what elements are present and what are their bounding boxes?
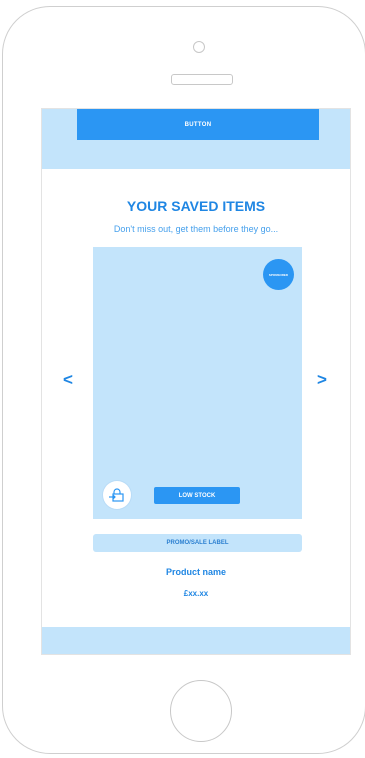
screen: BUTTON YOUR SAVED ITEMS Don't miss out, … — [41, 108, 351, 655]
home-button[interactable] — [170, 680, 232, 742]
section-subtitle: Don't miss out, get them before they go.… — [113, 224, 279, 234]
sponsored-badge: SPONSORED — [263, 259, 294, 290]
promo-sale-label: PROMO/SALE LABEL — [93, 534, 302, 552]
header-band: BUTTON — [42, 109, 350, 169]
header-button[interactable]: BUTTON — [77, 109, 319, 140]
footer-band — [42, 627, 350, 654]
chevron-left-icon[interactable]: < — [63, 371, 73, 388]
product-image[interactable]: SPONSORED LOW STOCK — [93, 247, 302, 519]
speaker-icon — [171, 74, 233, 85]
chevron-right-icon[interactable]: > — [317, 371, 327, 388]
section-title: YOUR SAVED ITEMS — [126, 198, 266, 214]
product-price: £xx.xx — [183, 589, 209, 598]
add-to-basket-button[interactable] — [103, 481, 131, 509]
add-to-basket-icon — [109, 488, 124, 502]
product-name[interactable]: Product name — [42, 567, 350, 577]
low-stock-badge: LOW STOCK — [154, 487, 240, 504]
camera-icon — [193, 41, 205, 53]
